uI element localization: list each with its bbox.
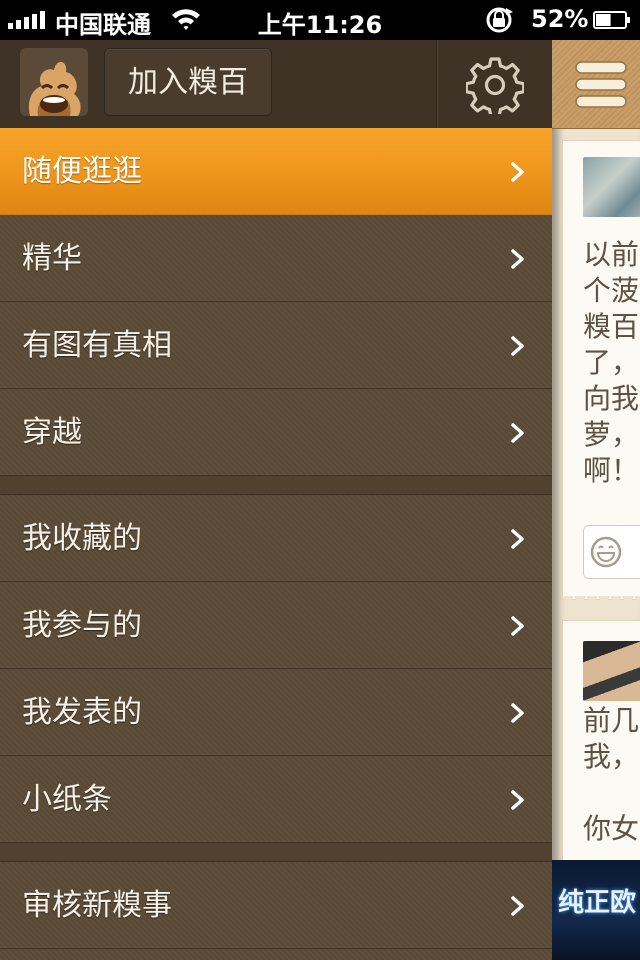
chevron-right-icon	[511, 616, 524, 636]
top-nav-bar	[552, 40, 640, 129]
battery-icon	[593, 11, 630, 29]
menu-item-my-favorites[interactable]: 我收藏的	[0, 495, 552, 582]
ad-text: 纯正欧	[558, 888, 637, 918]
post-text: 前几 我， 你女	[583, 704, 640, 845]
header-divider	[436, 40, 438, 128]
chevron-right-icon	[511, 896, 524, 916]
chevron-right-icon	[511, 790, 524, 810]
post-card[interactable]: 以前 个菠 糗百 了， 向我 萝， 啊！	[562, 140, 640, 600]
author-avatar[interactable]	[583, 157, 640, 217]
menu-item-review-new[interactable]: 审核新糗事	[0, 862, 552, 949]
chevron-right-icon	[511, 423, 524, 443]
menu-list: 随便逛逛 精华 有图有真相 穿越 我收藏的 我参与的 我发表的 小纸条 审核新糗…	[0, 128, 552, 949]
avatar[interactable]	[20, 48, 88, 116]
chevron-right-icon	[511, 249, 524, 269]
status-bar: 中国联通 上午11:26 52%	[0, 0, 640, 40]
menu-item-featured[interactable]: 精华	[0, 215, 552, 302]
ad-banner[interactable]: 纯正欧	[552, 860, 640, 960]
menu-item-label: 精华	[22, 241, 82, 276]
section-divider	[0, 476, 552, 495]
menu-header: 加入糗百	[0, 40, 552, 129]
menu-item-messages[interactable]: 小纸条	[0, 756, 552, 843]
menu-item-my-participated[interactable]: 我参与的	[0, 582, 552, 669]
gear-icon[interactable]	[466, 56, 524, 114]
rotation-lock-icon	[486, 7, 513, 33]
card-torn-edge	[562, 596, 640, 606]
author-avatar[interactable]	[583, 641, 640, 701]
side-menu: 加入糗百 随便逛逛 精华 有图有真相 穿越 我收藏的 我参与的 我发表的 小纸条…	[0, 40, 552, 960]
menu-item-label: 我发表的	[22, 695, 142, 730]
post-text: 以前 个菠 糗百 了， 向我 萝， 啊！	[583, 238, 640, 487]
menu-item-browse[interactable]: 随便逛逛	[0, 128, 552, 215]
menu-item-label: 我参与的	[22, 608, 142, 643]
join-qiubai-button[interactable]: 加入糗百	[104, 48, 272, 116]
menu-item-label: 小纸条	[22, 782, 112, 817]
menu-item-time-travel[interactable]: 穿越	[0, 389, 552, 476]
chevron-right-icon	[511, 529, 524, 549]
hamburger-menu-icon[interactable]	[574, 56, 628, 114]
chevron-right-icon	[511, 703, 524, 723]
section-divider	[0, 843, 552, 862]
menu-item-label: 随便逛逛	[22, 154, 142, 189]
battery-percent: 52%	[531, 5, 589, 33]
smiley-icon	[590, 536, 622, 568]
menu-item-pictures[interactable]: 有图有真相	[0, 302, 552, 389]
menu-item-label: 审核新糗事	[22, 888, 172, 923]
menu-item-label: 有图有真相	[22, 328, 172, 363]
menu-item-label: 我收藏的	[22, 521, 142, 556]
poop-mascot-icon	[20, 48, 88, 116]
menu-item-my-posts[interactable]: 我发表的	[0, 669, 552, 756]
content-feed[interactable]: 以前 个菠 糗百 了， 向我 萝， 啊！ 前几 我， 你女 纯正欧	[552, 40, 640, 960]
vote-up-button[interactable]	[583, 525, 640, 579]
chevron-right-icon	[511, 162, 524, 182]
chevron-right-icon	[511, 336, 524, 356]
menu-item-label: 穿越	[22, 415, 82, 450]
